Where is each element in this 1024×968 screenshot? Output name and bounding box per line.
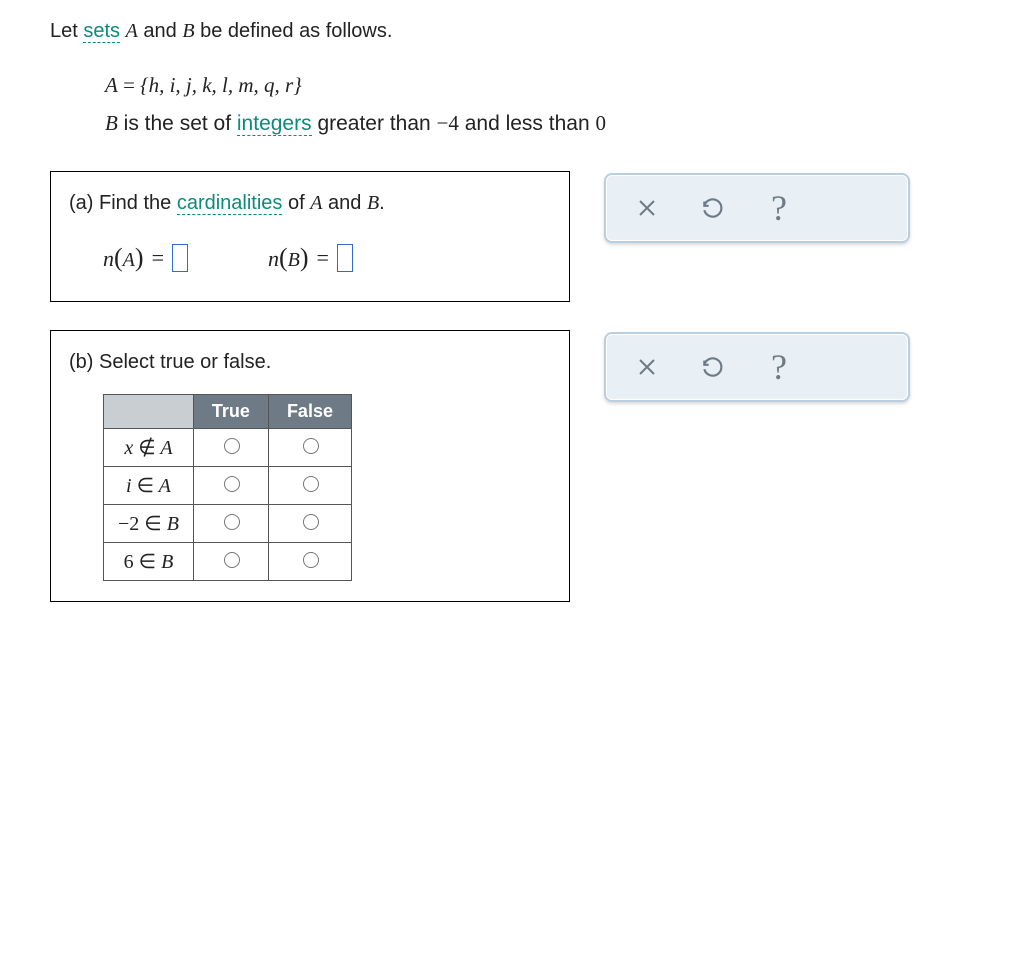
clear-button[interactable] bbox=[632, 193, 662, 223]
close-icon bbox=[635, 196, 659, 220]
close-icon bbox=[635, 355, 659, 379]
header-true: True bbox=[193, 394, 268, 428]
radio-false[interactable] bbox=[303, 476, 319, 492]
eq: = bbox=[152, 245, 164, 271]
txt: is the set of bbox=[118, 112, 237, 135]
eq: = bbox=[317, 245, 329, 271]
var-A: A bbox=[126, 20, 138, 42]
txt: greater than bbox=[312, 112, 437, 135]
radio-true[interactable] bbox=[224, 552, 240, 568]
radio-true[interactable] bbox=[224, 476, 240, 492]
txt: (a) Find the bbox=[69, 192, 177, 214]
help-button[interactable]: ? bbox=[764, 352, 794, 382]
num-zero: 0 bbox=[595, 111, 606, 135]
var-B: B bbox=[182, 20, 194, 42]
header-false: False bbox=[268, 394, 351, 428]
var-A: A bbox=[310, 192, 322, 214]
intro-text: Let sets A and B be defined as follows. bbox=[50, 20, 984, 43]
radio-false[interactable] bbox=[303, 552, 319, 568]
radio-false[interactable] bbox=[303, 514, 319, 530]
table-row: i ∈ A bbox=[104, 466, 352, 504]
def-B: B is the set of integers greater than −4… bbox=[105, 105, 984, 143]
radio-true[interactable] bbox=[224, 438, 240, 454]
table-corner bbox=[104, 394, 194, 428]
part-b-controls: ? bbox=[604, 332, 910, 402]
fn-n: n bbox=[103, 246, 114, 271]
num-neg4: −4 bbox=[437, 111, 459, 135]
table-row: x ∉∉ A bbox=[104, 428, 352, 466]
table-row: 6 ∈ B bbox=[104, 542, 352, 580]
cardinalities-term-link[interactable]: cardinalities bbox=[177, 192, 283, 215]
nA-formula: n(A) = bbox=[103, 243, 188, 273]
nB-formula: n(B) = bbox=[268, 243, 353, 273]
radio-false[interactable] bbox=[303, 438, 319, 454]
txt: and less than bbox=[459, 112, 596, 135]
part-a-controls: ? bbox=[604, 173, 910, 243]
var-B: B bbox=[105, 111, 118, 135]
integers-term-link[interactable]: integers bbox=[237, 112, 312, 136]
table-row: −2 ∈ B bbox=[104, 504, 352, 542]
undo-icon bbox=[700, 354, 726, 380]
set-A-elements: {h, i, j, k, l, m, q, r} bbox=[140, 73, 301, 97]
stmt-cell: i ∈ A bbox=[104, 466, 194, 504]
sets-term-link[interactable]: sets bbox=[83, 20, 120, 43]
txt: be defined as follows. bbox=[195, 20, 393, 42]
radio-true[interactable] bbox=[224, 514, 240, 530]
var-B: B bbox=[367, 192, 379, 214]
txt: = bbox=[118, 73, 140, 97]
txt: of bbox=[282, 192, 310, 214]
undo-button[interactable] bbox=[698, 352, 728, 382]
help-button[interactable]: ? bbox=[764, 193, 794, 223]
stmt-cell: 6 ∈ B bbox=[104, 542, 194, 580]
true-false-table: True False x ∉∉ A i ∈ A −2 ∈ B bbox=[103, 394, 352, 581]
def-A: A = {h, i, j, k, l, m, q, r} bbox=[105, 67, 984, 105]
part-b-prompt: (b) Select true or false. bbox=[69, 351, 551, 374]
undo-button[interactable] bbox=[698, 193, 728, 223]
part-a-box: (a) Find the cardinalities of A and B. n… bbox=[50, 171, 570, 302]
stmt-cell: −2 ∈ B bbox=[104, 504, 194, 542]
stmt-cell: x ∉∉ A bbox=[104, 428, 194, 466]
part-b-box: (b) Select true or false. True False x ∉… bbox=[50, 330, 570, 602]
nA-input[interactable] bbox=[172, 244, 188, 272]
part-a-prompt: (a) Find the cardinalities of A and B. bbox=[69, 192, 551, 215]
definitions-block: A = {h, i, j, k, l, m, q, r} B is the se… bbox=[105, 67, 984, 143]
undo-icon bbox=[700, 195, 726, 221]
txt: Let bbox=[50, 20, 83, 42]
fn-n: n bbox=[268, 246, 279, 271]
nB-input[interactable] bbox=[337, 244, 353, 272]
txt: and bbox=[322, 192, 366, 214]
clear-button[interactable] bbox=[632, 352, 662, 382]
txt: and bbox=[138, 20, 182, 42]
txt: . bbox=[379, 192, 385, 214]
var-A: A bbox=[105, 73, 118, 97]
